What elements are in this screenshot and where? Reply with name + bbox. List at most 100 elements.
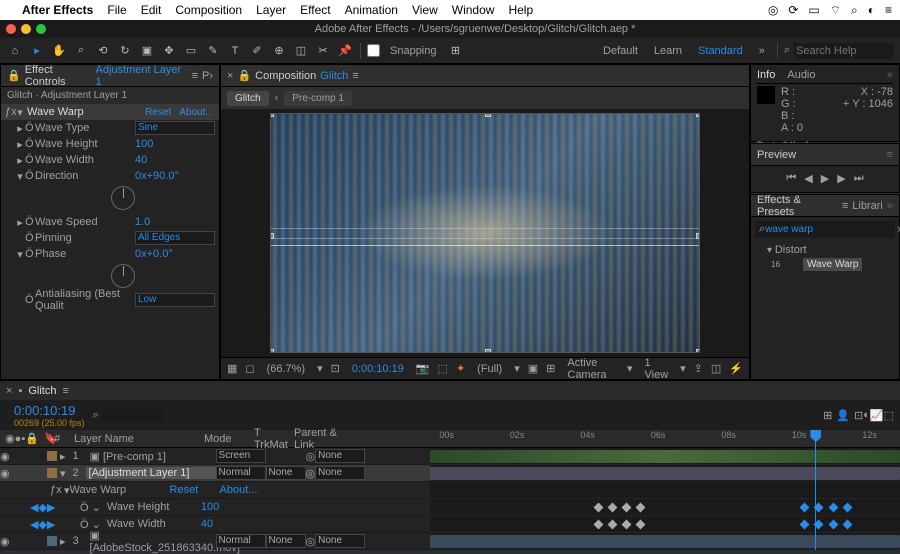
channel-icon[interactable]: ⊡ <box>331 362 340 375</box>
wave-width-value[interactable]: 40 <box>135 154 215 166</box>
comp-mini-icon[interactable]: ⊞ <box>823 409 832 422</box>
effects-search-input[interactable] <box>765 224 897 235</box>
audio-tab[interactable]: Audio <box>787 69 815 81</box>
pen-tool-icon[interactable]: ✎ <box>204 42 222 60</box>
hand-tool-icon[interactable]: ✋ <box>50 42 68 60</box>
timeline-search-input[interactable] <box>103 409 163 421</box>
timecode-display[interactable]: 0:00:10:19 <box>348 363 408 375</box>
workspace-learn[interactable]: Learn <box>648 45 688 57</box>
zoom-window-button[interactable] <box>36 24 46 34</box>
sync-icon[interactable]: ⟳ <box>788 3 798 17</box>
shy-icon[interactable]: 👤 <box>836 409 850 422</box>
control-center-icon[interactable]: ◐ <box>868 3 875 17</box>
direction-value[interactable]: 0x+90.0° <box>135 170 215 182</box>
next-frame-icon[interactable]: ▶ <box>837 172 845 185</box>
phase-dial[interactable] <box>111 264 135 288</box>
camera-select[interactable]: Active Camera <box>563 357 619 381</box>
menu-app[interactable]: After Effects <box>22 3 93 17</box>
clone-tool-icon[interactable]: ⊕ <box>270 42 288 60</box>
snapping-checkbox[interactable] <box>367 44 380 57</box>
menu-effect[interactable]: Effect <box>300 3 330 17</box>
zoom-tool-icon[interactable]: ⌕ <box>72 42 90 60</box>
wave-type-select[interactable]: Sine <box>135 121 215 135</box>
composition-viewer[interactable] <box>221 109 749 357</box>
draft3d-icon[interactable]: ⬚ <box>884 409 894 422</box>
first-frame-icon[interactable]: ⏮ <box>786 172 796 185</box>
guides-icon[interactable]: ⊞ <box>546 362 555 375</box>
workspace-standard[interactable]: Standard <box>692 45 749 57</box>
workspace-default[interactable]: Default <box>597 45 644 57</box>
close-window-button[interactable] <box>6 24 16 34</box>
canvas[interactable] <box>270 113 700 353</box>
roto-tool-icon[interactable]: ✂ <box>314 42 332 60</box>
effect-header[interactable]: ƒx▾ Wave Warp Reset About.. <box>1 104 219 120</box>
region-icon[interactable]: ⬚ <box>438 362 448 375</box>
home-icon[interactable]: ⌂ <box>6 42 24 60</box>
menu-layer[interactable]: Layer <box>256 3 286 17</box>
3d-icon[interactable]: ◫ <box>711 362 721 375</box>
wave-speed-value[interactable]: 1.0 <box>135 216 215 228</box>
effect-row[interactable]: ƒx▾ Wave Warp Reset About... <box>0 482 430 499</box>
about-link[interactable]: About.. <box>175 107 215 118</box>
graph-icon[interactable]: 📈 <box>870 409 884 422</box>
orbit-tool-icon[interactable]: ⟲ <box>94 42 112 60</box>
timeline-tab[interactable]: Glitch <box>28 385 56 397</box>
effect-controls-tab[interactable]: 🔒 Effect Controls Adjustment Layer 1 ≡ P… <box>1 65 219 87</box>
crumb-precomp[interactable]: Pre-comp 1 <box>284 91 352 106</box>
current-timecode[interactable]: 0:00:10:19 <box>14 403 85 418</box>
lock-icon[interactable]: ▪ <box>18 385 22 397</box>
reset-link[interactable]: Reset <box>141 107 175 118</box>
rotation-tool-icon[interactable]: ↻ <box>116 42 134 60</box>
menu-view[interactable]: View <box>412 3 438 17</box>
snap-options-icon[interactable]: ⊞ <box>447 42 465 60</box>
playhead[interactable] <box>815 430 816 550</box>
display-icon[interactable]: ▭ <box>808 3 819 17</box>
last-frame-icon[interactable]: ⏭ <box>854 172 864 185</box>
fast-preview-icon[interactable]: ⚡ <box>729 362 743 375</box>
time-ruler[interactable]: 00s 02s 04s 06s 08s 10s 12s <box>430 430 900 448</box>
selection-tool-icon[interactable]: ▸ <box>28 42 46 60</box>
folder-distort[interactable]: ▾ Distort <box>751 242 899 258</box>
minimize-window-button[interactable] <box>21 24 31 34</box>
layer-row-1[interactable]: ◉ ▸1 ▣ [Pre-comp 1] Screen ◎None <box>0 448 430 465</box>
layer-row-3[interactable]: ◉ ▸3 ▣ [AdobeStock_251863340.mov] Normal… <box>0 533 430 550</box>
cc-icon[interactable]: ◎ <box>768 3 778 17</box>
motion-blur-icon[interactable]: ◐ <box>863 409 870 421</box>
pinning-select[interactable]: All Edges <box>135 231 215 245</box>
view-icon[interactable]: ▣ <box>528 362 538 375</box>
layer-row-2[interactable]: ◉ ▾2 [Adjustment Layer 1] Normal None ◎N… <box>0 465 430 482</box>
menu-help[interactable]: Help <box>508 3 533 17</box>
snapshot-icon[interactable]: 📷 <box>416 362 430 375</box>
prev-frame-icon[interactable]: ◀ <box>804 172 812 185</box>
puppet-tool-icon[interactable]: 📌 <box>336 42 354 60</box>
menu-composition[interactable]: Composition <box>175 3 242 17</box>
prop-row-height[interactable]: ◀◆▶ Ö ⌄ Wave Height 100 <box>0 499 430 516</box>
grid-icon[interactable]: ▦ <box>227 362 237 375</box>
phase-value[interactable]: 0x+0.0° <box>135 248 215 260</box>
eraser-tool-icon[interactable]: ◫ <box>292 42 310 60</box>
search-help-input[interactable] <box>794 43 894 59</box>
crumb-glitch[interactable]: Glitch <box>227 91 269 106</box>
play-icon[interactable]: ▶ <box>821 172 829 185</box>
effect-wave-warp[interactable]: Wave Warp <box>803 258 863 271</box>
resolution-select[interactable]: (Full) <box>473 363 506 375</box>
wave-height-value[interactable]: 100 <box>135 138 215 150</box>
lock-icon[interactable]: 🔒 <box>237 69 251 82</box>
lock-icon[interactable]: 🔒 <box>7 69 21 82</box>
timeline-tracks[interactable]: 00s 02s 04s 06s 08s 10s 12s <box>430 430 900 550</box>
antialias-select[interactable]: Low <box>135 293 215 307</box>
share-icon[interactable]: ⇪ <box>694 362 703 375</box>
brush-tool-icon[interactable]: ✐ <box>248 42 266 60</box>
res-icon[interactable]: ▾ <box>317 362 323 375</box>
composition-tab[interactable]: ×🔒 Composition Glitch ≡ <box>221 65 749 87</box>
timeline-search-icon[interactable]: ⌕ <box>93 409 99 422</box>
zoom-value[interactable]: (66.7%) <box>263 363 310 375</box>
workspace-more-icon[interactable]: » <box>753 45 771 57</box>
shape-tool-icon[interactable]: ▭ <box>182 42 200 60</box>
menu-window[interactable]: Window <box>452 3 495 17</box>
menu-edit[interactable]: Edit <box>141 3 162 17</box>
info-tab[interactable]: Info <box>757 69 775 81</box>
menu-extras-icon[interactable]: ≡ <box>885 3 892 17</box>
wifi-icon[interactable]: ⌔ <box>830 3 841 18</box>
frame-blend-icon[interactable]: ⊡ <box>854 409 863 422</box>
